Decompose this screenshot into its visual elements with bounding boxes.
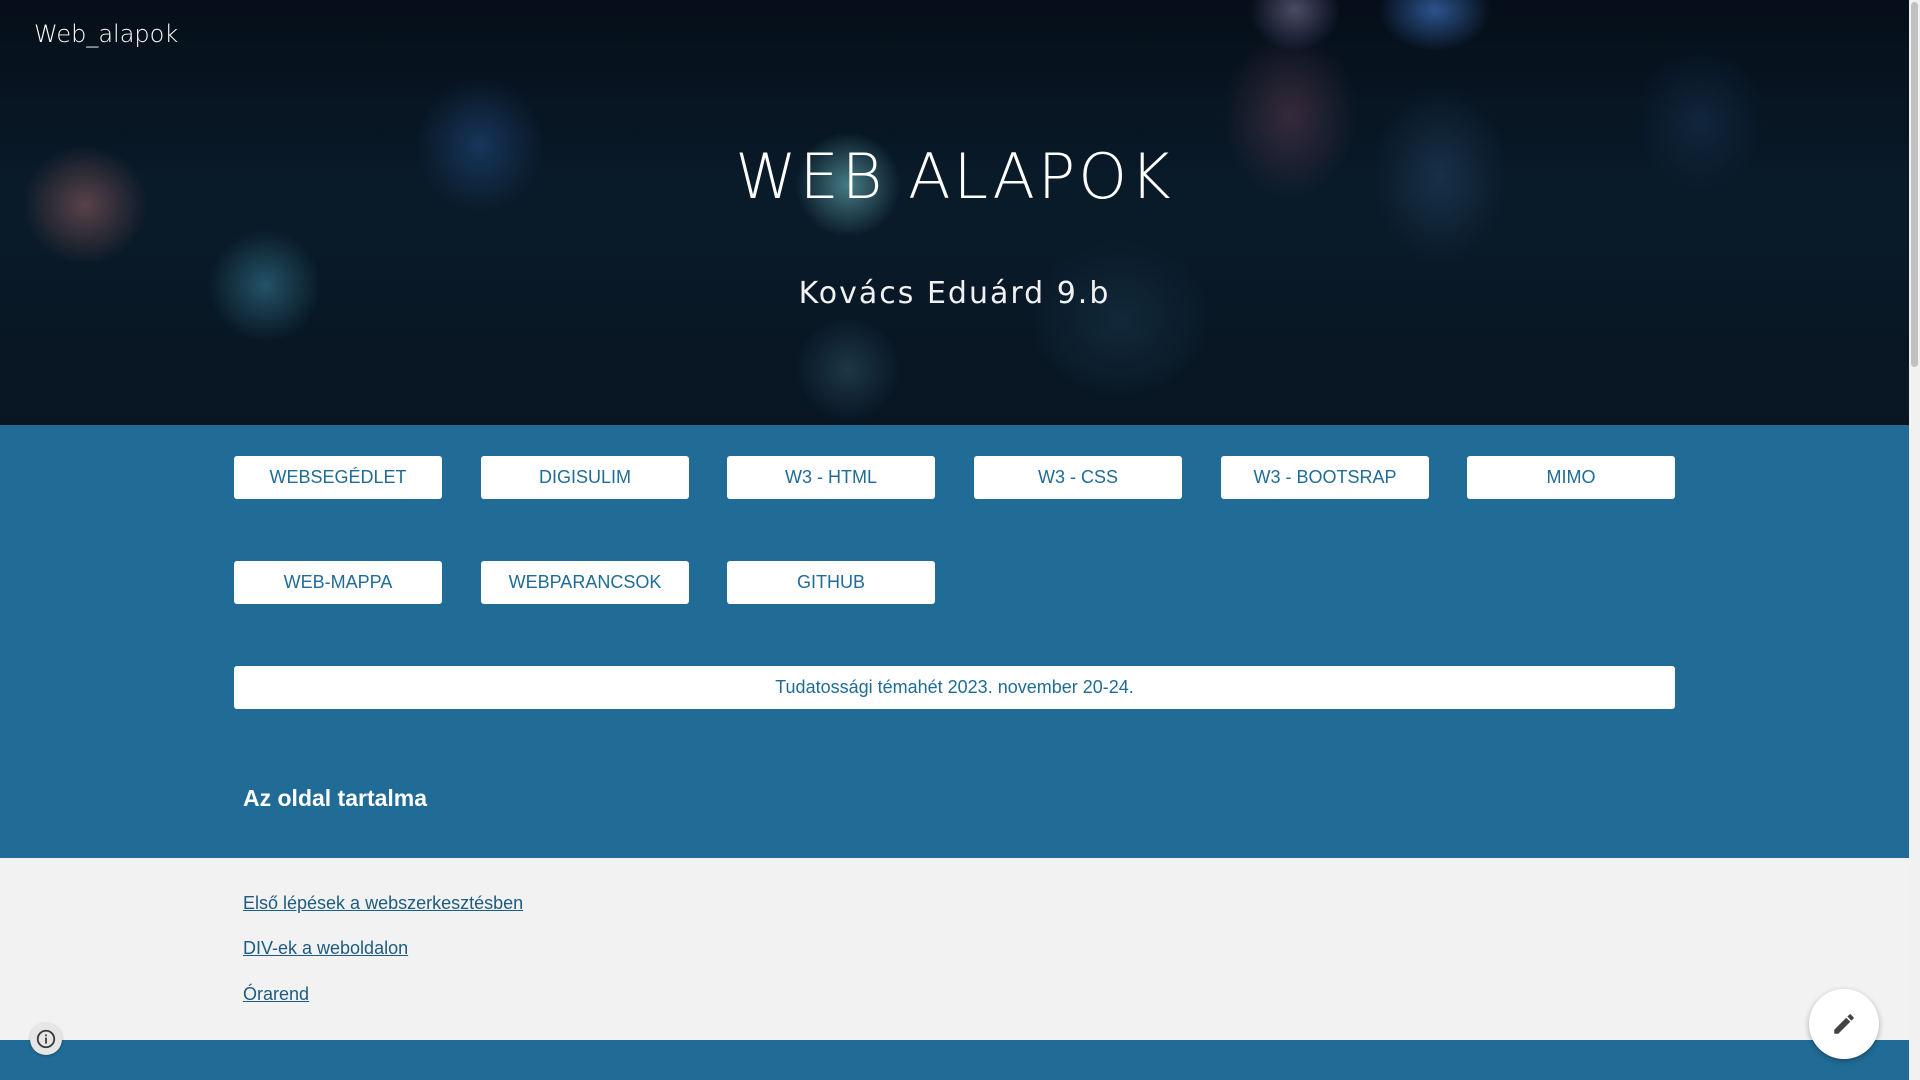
tudatossagi-temahet-button[interactable]: Tudatossági témahét 2023. november 20-24… <box>234 666 1675 709</box>
footer-bar <box>0 1040 1909 1080</box>
toc-link-div-ek[interactable]: DIV-ek a weboldalon <box>243 938 408 959</box>
web-mappa-button[interactable]: WEB-MAPPA <box>234 561 442 604</box>
links-section: WEBSEGÉDLET DIGISULIM W3 - HTML W3 - CSS… <box>0 425 1909 858</box>
pencil-icon <box>1834 1014 1854 1034</box>
page: Web_alapok WEB ALAPOK Kovács Eduárd 9.b … <box>0 0 1909 1080</box>
scrollbar-thumb[interactable] <box>1911 2 1918 367</box>
digisulim-button[interactable]: DIGISULIM <box>481 456 689 499</box>
page-title: WEB ALAPOK <box>735 140 1174 213</box>
site-name-link[interactable]: Web_alapok <box>34 20 178 48</box>
w3-bootstrap-button[interactable]: W3 - BOOTSRAP <box>1221 456 1429 499</box>
w3-css-button[interactable]: W3 - CSS <box>974 456 1182 499</box>
w3-html-button[interactable]: W3 - HTML <box>727 456 935 499</box>
hero-banner: Web_alapok WEB ALAPOK Kovács Eduárd 9.b <box>0 0 1909 425</box>
toc-section: Első lépések a webszerkesztésben DIV-ek … <box>0 858 1909 1040</box>
websegedlet-button[interactable]: WEBSEGÉDLET <box>234 456 442 499</box>
site-info-button[interactable] <box>30 1023 62 1055</box>
page-subtitle: Kovács Eduárd 9.b <box>798 276 1111 311</box>
mimo-button[interactable]: MIMO <box>1467 456 1675 499</box>
vertical-scrollbar[interactable] <box>1909 0 1920 1080</box>
webparancsok-button[interactable]: WEBPARANCSOK <box>481 561 689 604</box>
toc-link-orarend[interactable]: Órarend <box>243 984 309 1005</box>
github-button[interactable]: GITHUB <box>727 561 935 604</box>
toc-heading: Az oldal tartalma <box>243 785 428 811</box>
toc-link-elso-lepesek[interactable]: Első lépések a webszerkesztésben <box>243 893 523 914</box>
edit-button[interactable] <box>1809 989 1879 1059</box>
info-icon <box>36 1029 56 1049</box>
